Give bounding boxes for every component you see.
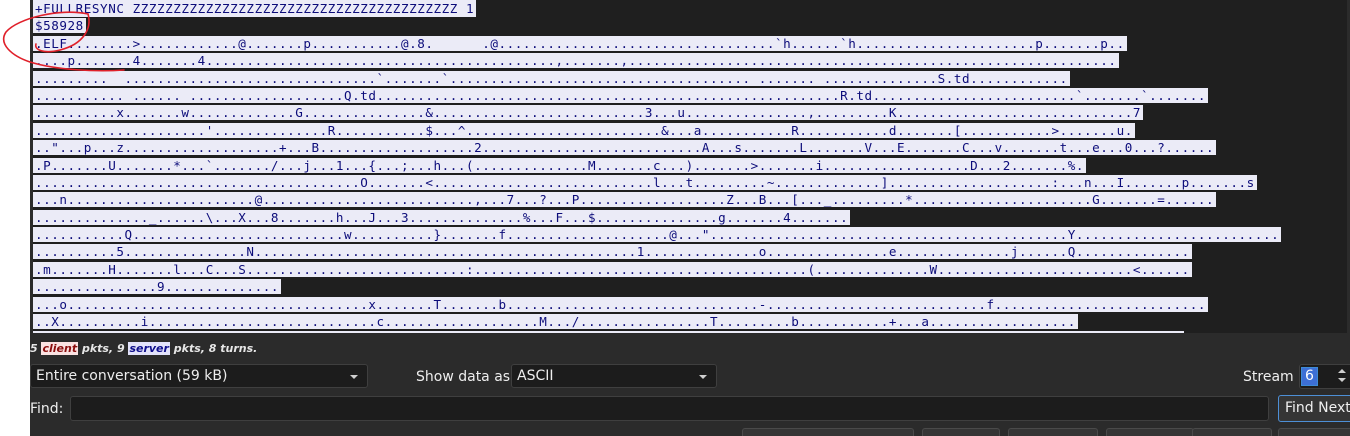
show-data-select[interactable]: ASCII xyxy=(511,364,717,388)
client-tag: client xyxy=(41,342,79,355)
summary-suffix: pkts, 8 turns. xyxy=(169,342,258,355)
filter-out-button[interactable] xyxy=(742,428,914,436)
follow-stream-window: +FULLRESYNC ZZZZZZZZZZZZZZZZZZZZZZZZZZZZ… xyxy=(30,0,1350,436)
stream-line-text: .m.......H.......l...C...S..............… xyxy=(33,261,1192,277)
stream-line: .....................'..............R...… xyxy=(33,122,1347,139)
stream-line: .m.......H.......l...C...S..............… xyxy=(33,261,1347,278)
stream-line: .."...p...z...................+...B.....… xyxy=(33,139,1347,156)
stream-line: ..X..........i..........................… xyxy=(33,313,1347,330)
stream-line-text: .............._......\...X...8.......h..… xyxy=(33,209,851,225)
stream-number-value[interactable]: 6 xyxy=(1301,367,1318,386)
stream-line-text: .....................'..............R...… xyxy=(33,122,1135,138)
stream-line: ...........Q..........................w.… xyxy=(33,226,1347,243)
find-input[interactable] xyxy=(70,396,1269,421)
stream-line-text: ...n.......................@............… xyxy=(33,192,1217,208)
back-button[interactable] xyxy=(1106,428,1194,436)
close-button[interactable] xyxy=(1192,428,1272,436)
stream-line-text: ...............9.............. xyxy=(33,279,281,295)
show-data-value: ASCII xyxy=(517,368,554,384)
stream-line: ...............9.............. xyxy=(33,278,1347,295)
stream-line: ...o....................................… xyxy=(33,296,1347,313)
stream-line-text: ..........5...............N.............… xyxy=(33,244,1192,260)
conversation-select-value: Entire conversation (59 kB) xyxy=(36,368,228,384)
stream-line-text: ..........x.......w.............G.......… xyxy=(33,105,1143,121)
stream-line-text: ........... ...... ...................Q.… xyxy=(33,87,1209,103)
stream-line: ........... ...... ...................Q.… xyxy=(33,87,1347,104)
stream-line: .P.......U.......*...`......./...j...1..… xyxy=(33,157,1347,174)
stream-line: +FULLRESYNC ZZZZZZZZZZZZZZZZZZZZZZZZZZZZ… xyxy=(33,0,1347,18)
print-button[interactable] xyxy=(922,428,1000,436)
stream-line: ........................................… xyxy=(33,330,1347,333)
stream-line-text: ...o....................................… xyxy=(33,296,1209,312)
stream-line: ..........5...............N.............… xyxy=(33,243,1347,260)
stream-line: ...n.......................@............… xyxy=(33,191,1347,208)
stream-label: Stream xyxy=(1243,369,1294,385)
help-button[interactable] xyxy=(1278,428,1350,436)
conversation-select[interactable]: Entire conversation (59 kB) xyxy=(30,364,368,388)
chevron-down-icon xyxy=(350,375,358,379)
stream-line: ......... ..............................… xyxy=(33,70,1347,87)
server-tag: server xyxy=(128,342,170,355)
stream-line-text: .P.......U.......*...`......./...j...1..… xyxy=(33,157,1087,173)
stream-line: $58928 xyxy=(33,17,1347,34)
stream-line-text: ..X..........i..........................… xyxy=(33,314,1078,330)
desktop-edge xyxy=(0,0,30,436)
stream-line-text: .."...p...z...................+...B.....… xyxy=(33,140,1217,156)
packet-summary: 5 client pkts, 9 server pkts, 8 turns. xyxy=(30,342,257,358)
show-data-label: Show data as xyxy=(416,369,511,385)
chevron-down-icon xyxy=(699,375,707,379)
stream-line-text: .ELF........>............@.......p......… xyxy=(33,35,1127,51)
summary-middle: pkts, 9 xyxy=(78,342,129,355)
stream-line-text: ......... ..............................… xyxy=(33,70,1070,86)
spin-up-icon[interactable] xyxy=(1338,369,1346,373)
stream-line-text: ...........Q..........................w.… xyxy=(33,227,1282,243)
stream-content-view[interactable]: +FULLRESYNC ZZZZZZZZZZZZZZZZZZZZZZZZZZZZ… xyxy=(33,0,1347,333)
stream-line-text: ........................................… xyxy=(33,174,1257,190)
stream-line: .............._......\...X...8.......h..… xyxy=(33,209,1347,226)
save-as-button[interactable] xyxy=(1008,428,1098,436)
stream-line-text: +FULLRESYNC ZZZZZZZZZZZZZZZZZZZZZZZZZZZZ… xyxy=(33,0,477,18)
stream-line-text: $58928 xyxy=(33,18,86,34)
stream-line: .ELF........>............@.......p......… xyxy=(33,35,1347,52)
spin-down-icon[interactable] xyxy=(1338,378,1346,382)
summary-prefix: 5 xyxy=(30,342,42,355)
stream-line-text: ........................................… xyxy=(33,331,1184,333)
find-next-button[interactable]: Find Next xyxy=(1278,395,1350,422)
stream-line: ..........x.......w.............G.......… xyxy=(33,104,1347,121)
stream-line: ....p.......4.......4...................… xyxy=(33,52,1347,69)
stream-line: ........................................… xyxy=(33,174,1347,191)
stream-line-text: ....p.......4.......4...................… xyxy=(33,53,1119,69)
stream-number-spinbox[interactable]: 6 xyxy=(1299,364,1350,389)
find-label: Find: xyxy=(30,401,64,417)
